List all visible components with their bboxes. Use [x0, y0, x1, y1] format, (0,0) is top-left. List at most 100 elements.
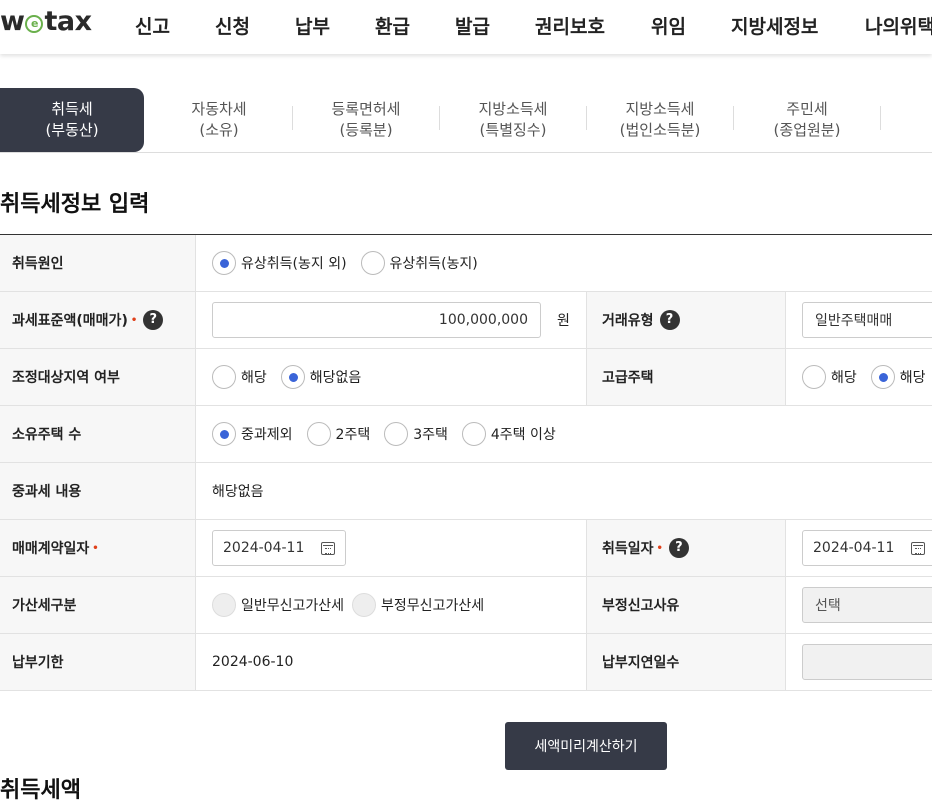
radio-penalty-general[interactable]: 일반무신고가산세 [212, 593, 344, 617]
radio-penalty-fraud[interactable]: 부정무신고가산세 [352, 593, 484, 617]
nav-rights[interactable]: 권리보호 [535, 12, 605, 39]
form-row-dates: 매매계약일자 • 2024-04-11 취득일자 •? 2024-04-11 [0, 520, 932, 577]
logo-e-circle-icon: e [25, 15, 44, 33]
tab-divider [880, 106, 881, 130]
radio-checked-icon [280, 365, 305, 389]
trade-type-field: 일반주택매매 [802, 292, 932, 348]
label-houses: 소유주택 수 [0, 406, 196, 462]
radio-checked-icon [212, 422, 236, 446]
tab-divider [292, 106, 293, 130]
help-icon[interactable]: ? [659, 310, 680, 330]
radio-unchecked-icon [306, 422, 331, 446]
adjust-area-options: 해당 해당없음 [212, 349, 375, 405]
calculate-tax-button[interactable]: 세액미리계산하기 [505, 722, 667, 770]
label-acq-date: 취득일자 •? [586, 520, 786, 576]
trade-type-select[interactable]: 일반주택매매 [802, 302, 932, 338]
top-header: w e tax 신고 신청 납부 환급 발급 권리보호 위임 지방세정보 나의위택 [0, 0, 932, 54]
nav-issue[interactable]: 발급 [455, 12, 490, 39]
label-cause: 취득원인 [0, 235, 196, 291]
contract-date-field: 2024-04-11 [212, 520, 346, 576]
label-fraud-reason: 부정신고사유 [586, 577, 786, 633]
calendar-icon[interactable] [321, 541, 335, 555]
label-heavy: 중과세 내용 [0, 463, 196, 519]
radio-luxury-no[interactable]: 해당 [870, 365, 926, 389]
radio-houses-2[interactable]: 2주택 [306, 422, 370, 446]
help-icon[interactable]: ? [143, 310, 164, 330]
radio-unchecked-icon [461, 422, 486, 446]
heavy-value: 해당없음 [212, 484, 264, 500]
label-due: 납부기한 [0, 634, 196, 690]
radio-checked-icon [870, 365, 895, 389]
form-row-cause: 취득원인 유상취득(농지 외) 유상취득(농지) [0, 235, 932, 292]
contract-date-input[interactable]: 2024-04-11 [212, 530, 346, 566]
required-mark: • [656, 542, 663, 554]
radio-adjust-no[interactable]: 해당없음 [280, 365, 361, 389]
form-row-adjust-area: 조정대상지역 여부 해당 해당없음 고급주택 해당 해당 [0, 349, 932, 406]
tab-vehicle-tax[interactable]: 자동차세 (소유) [147, 88, 291, 152]
nav-report[interactable]: 신고 [135, 12, 170, 39]
calendar-icon[interactable] [911, 541, 925, 555]
radio-disabled-icon [352, 593, 377, 617]
tax-base-input[interactable]: 100,000,000 [212, 302, 541, 338]
nav-delegate[interactable]: 위임 [651, 12, 686, 39]
nav-local-tax-info[interactable]: 지방세정보 [731, 12, 818, 39]
nav-pay[interactable]: 납부 [295, 12, 330, 39]
acq-date-field: 2024-04-11 [802, 520, 932, 576]
radio-paid-non-farmland[interactable]: 유상취득(농지 외) [212, 251, 347, 275]
radio-paid-farmland[interactable]: 유상취득(농지) [360, 251, 478, 275]
form-row-due: 납부기한 2024-06-10 납부지연일수 [0, 634, 932, 691]
acquisition-tax-form: 취득원인 유상취득(농지 외) 유상취득(농지) 과세표준액(매매가) •? 10… [0, 234, 932, 691]
form-row-houses: 소유주택 수 중과제외 2주택 3주택 4주택 이상 [0, 406, 932, 463]
radio-luxury-yes[interactable]: 해당 [802, 365, 857, 389]
delay-days-field [802, 634, 932, 690]
tab-local-income-corporate[interactable]: 지방소득세 (법인소득분) [588, 88, 732, 152]
radio-unchecked-icon [360, 251, 385, 275]
label-contract-date: 매매계약일자 • [0, 520, 196, 576]
help-icon[interactable]: ? [668, 538, 689, 558]
tab-divider [586, 106, 587, 130]
radio-houses-4plus[interactable]: 4주택 이상 [461, 422, 556, 446]
delay-days-input[interactable] [802, 644, 932, 680]
radio-checked-icon [212, 251, 236, 275]
nav-my-wetax[interactable]: 나의위택 [865, 12, 932, 39]
form-row-penalty: 가산세구분 일반무신고가산세 부정무신고가산세 부정신고사유 선택 [0, 577, 932, 634]
radio-unchecked-icon [802, 365, 826, 389]
houses-options: 중과제외 2주택 3주택 4주택 이상 [212, 406, 570, 462]
nav-refund[interactable]: 환급 [375, 12, 410, 39]
tab-resident-tax-employee[interactable]: 주민세 (종업원분) [735, 88, 879, 152]
required-mark: • [130, 314, 138, 326]
label-adjust-area: 조정대상지역 여부 [0, 349, 196, 405]
due-value: 2024-06-10 [212, 654, 294, 670]
form-row-heavy: 중과세 내용 해당없음 [0, 463, 932, 520]
tab-divider [439, 106, 440, 130]
label-delay-days: 납부지연일수 [586, 634, 786, 690]
radio-unchecked-icon [212, 365, 236, 389]
cause-options: 유상취득(농지 외) 유상취득(농지) [212, 235, 492, 291]
section-title-tax-amount: 취득세액 [0, 778, 81, 803]
radio-unchecked-icon [384, 422, 409, 446]
radio-houses-exempt[interactable]: 중과제외 [212, 422, 293, 446]
currency-unit: 원 [557, 313, 570, 329]
label-tax-base: 과세표준액(매매가) •? [0, 292, 196, 348]
form-row-tax-base: 과세표준액(매매가) •? 100,000,000 원 거래유형? 일반주택매매 [0, 292, 932, 349]
radio-disabled-icon [212, 593, 236, 617]
radio-adjust-yes[interactable]: 해당 [212, 365, 267, 389]
tab-local-income-special[interactable]: 지방소득세 (특별징수) [441, 88, 585, 152]
label-trade-type: 거래유형? [586, 292, 786, 348]
section-title-input: 취득세정보 입력 [0, 192, 150, 217]
tab-divider [733, 106, 734, 130]
wetax-logo[interactable]: w e tax [0, 6, 92, 37]
acq-date-input[interactable]: 2024-04-11 [802, 530, 932, 566]
fraud-reason-field: 선택 [802, 577, 932, 633]
nav-apply[interactable]: 신청 [215, 12, 250, 39]
label-penalty: 가산세구분 [0, 577, 196, 633]
luxury-options: 해당 해당 [802, 349, 932, 405]
radio-houses-3[interactable]: 3주택 [384, 422, 448, 446]
tax-type-tabs: 취득세 (부동산) 자동차세 (소유) 등록면허세 (등록분) 지방소득세 (특별징수)… [0, 88, 932, 153]
tab-acquisition-tax[interactable]: 취득세 (부동산) [0, 88, 144, 152]
tab-registration-tax[interactable]: 등록면허세 (등록분) [294, 88, 438, 152]
label-luxury: 고급주택 [586, 349, 786, 405]
tax-base-field: 100,000,000 원 [212, 292, 570, 348]
fraud-reason-select[interactable]: 선택 [802, 587, 932, 623]
tab-more[interactable]: (사 [882, 88, 932, 152]
